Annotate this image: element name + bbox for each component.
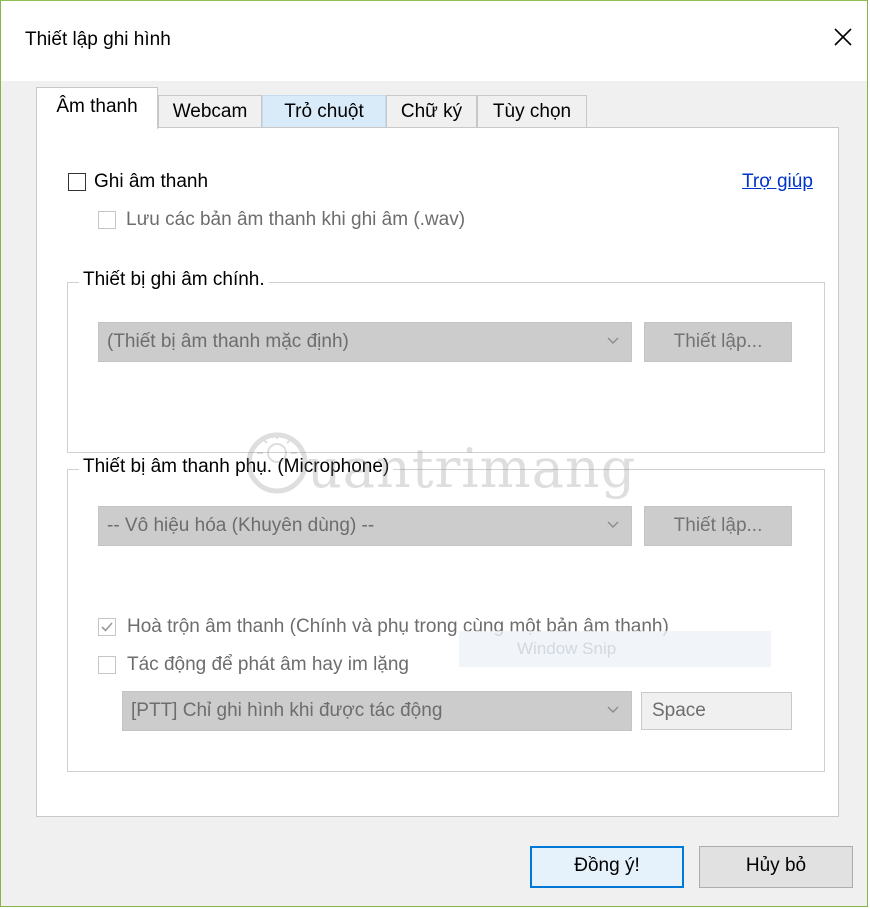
push-to-talk-checkbox[interactable] (98, 656, 116, 674)
tab-signature[interactable]: Chữ ký (386, 95, 477, 127)
window-snip-overlay: Window Snip (459, 631, 771, 667)
record-audio-checkbox[interactable] (68, 173, 86, 191)
tab-label: Tùy chọn (492, 101, 572, 122)
tab-options[interactable]: Tùy chọn (477, 95, 587, 127)
chevron-down-icon (607, 521, 619, 528)
ptt-mode-select[interactable]: [PTT] Chỉ ghi hình khi được tác động (122, 691, 632, 731)
primary-device-value: (Thiết bị âm thanh mặc định) (107, 331, 349, 352)
chevron-down-icon (607, 706, 619, 713)
ptt-mode-value: [PTT] Chỉ ghi hình khi được tác động (131, 700, 443, 721)
mix-audio-checkbox[interactable] (98, 618, 116, 636)
hotkey-field[interactable]: Space (641, 692, 792, 730)
secondary-device-title: Thiết bị âm thanh phụ. (Microphone) (79, 456, 394, 478)
tab-label: Chữ ký (400, 101, 463, 122)
primary-setup-label: Thiết lập... (673, 331, 763, 352)
hotkey-value: Space (652, 700, 706, 721)
primary-device-title: Thiết bị ghi âm chính. (79, 269, 269, 291)
tab-label: Webcam (172, 101, 248, 122)
title-bar[interactable]: Thiết lập ghi hình (1, 1, 867, 81)
primary-device-group (67, 282, 825, 453)
checkmark-icon (101, 622, 113, 632)
tab-label: Trỏ chuột (284, 101, 364, 122)
window-snip-text: Window Snip (517, 639, 617, 658)
save-wav-checkbox[interactable] (98, 211, 116, 229)
cancel-button-label: Hủy bỏ (745, 855, 807, 876)
primary-device-select[interactable]: (Thiết bị âm thanh mặc định) (98, 322, 632, 362)
tab-audio[interactable]: Âm thanh (36, 87, 158, 129)
secondary-device-value: -- Vô hiệu hóa (Khuyên dùng) -- (107, 515, 375, 536)
close-button[interactable] (821, 17, 863, 57)
tab-label: Âm thanh (56, 96, 138, 117)
secondary-setup-button[interactable]: Thiết lập... (644, 506, 792, 546)
tab-cursor[interactable]: Trỏ chuột (262, 95, 386, 127)
help-link[interactable]: Trợ giúp (742, 171, 813, 193)
window-title: Thiết lập ghi hình (25, 29, 171, 50)
save-wav-label: Lưu các bản âm thanh khi ghi âm (.wav) (126, 209, 466, 230)
record-audio-label: Ghi âm thanh (94, 171, 209, 192)
dialog-window: Thiết lập ghi hình Âm thanh Webcam Trỏ c… (0, 0, 868, 907)
ok-button-label: Đồng ý! (574, 855, 640, 876)
push-to-talk-label: Tác động để phát âm hay im lặng (127, 654, 410, 675)
tab-webcam[interactable]: Webcam (158, 95, 262, 127)
secondary-setup-label: Thiết lập... (673, 515, 763, 536)
chevron-down-icon (607, 337, 619, 344)
ok-button[interactable]: Đồng ý! (530, 846, 684, 888)
secondary-device-select[interactable]: -- Vô hiệu hóa (Khuyên dùng) -- (98, 506, 632, 546)
cancel-button[interactable]: Hủy bỏ (699, 846, 853, 888)
close-icon (834, 28, 852, 46)
primary-setup-button[interactable]: Thiết lập... (644, 322, 792, 362)
